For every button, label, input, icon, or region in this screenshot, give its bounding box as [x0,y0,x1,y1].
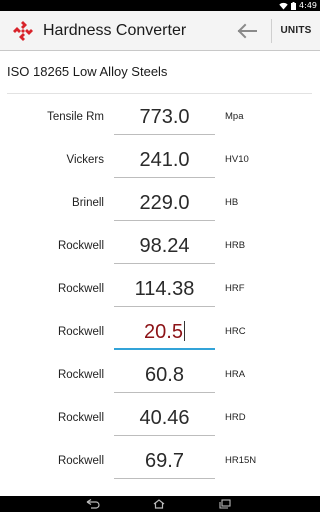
value-input[interactable]: 60.8 [114,355,215,393]
back-nav-button[interactable] [86,498,100,510]
value-input[interactable]: 229.0 [114,183,215,221]
battery-icon [291,1,297,10]
scale-label: Brinell [72,197,104,209]
conversion-row: Rockwell 40.46 HRD [0,398,320,438]
conversion-row: Rockwell 60.8 HRA [0,355,320,395]
unit-label: HRA [225,369,246,380]
back-nav-icon [86,499,100,509]
recents-nav-button[interactable] [218,498,232,510]
home-nav-button[interactable] [152,498,166,510]
units-button[interactable]: UNITS [272,11,320,51]
value-input[interactable]: 69.7 [114,441,215,479]
nav-bar [0,496,320,512]
unit-label: Mpa [225,111,244,122]
home-nav-icon [153,499,165,509]
scale-label: Rockwell [57,283,104,295]
conversion-row: Brinell 229.0 HB [0,183,320,223]
unit-label: HRC [225,326,246,337]
standard-divider [7,93,312,94]
conversion-row: Tensile Rm 773.0 Mpa [0,97,320,137]
status-right: 4:49 [279,0,317,11]
back-button[interactable] [232,16,262,46]
scale-label: Rockwell [57,455,104,467]
status-time: 4:49 [299,1,317,10]
status-bar: 4:49 [0,0,320,11]
value-input[interactable]: 773.0 [114,97,215,135]
unit-label: HV10 [225,154,249,165]
wifi-icon [279,2,288,9]
arrow-left-icon [237,23,257,39]
scale-label: Rockwell [57,412,104,424]
scale-label: Tensile Rm [47,111,104,123]
recents-nav-icon [219,499,231,509]
conversion-row: Rockwell 69.7 HR15N [0,441,320,481]
conversion-row: Rockwell 98.24 HRB [0,226,320,266]
conversion-row: Rockwell 114.38 HRF [0,269,320,309]
action-bar: Hardness Converter UNITS [0,11,320,51]
app-title: Hardness Converter [43,22,187,39]
standard-title: ISO 18265 Low Alloy Steels [7,64,168,79]
value-input[interactable]: 40.46 [114,398,215,436]
unit-label: HRD [225,412,246,423]
unit-label: HR15N [225,455,257,466]
unit-label: HRB [225,240,246,251]
conversion-row: Rockwell 20.5 HRC [0,312,320,352]
value-input[interactable]: 114.38 [114,269,215,307]
value-input[interactable]: 241.0 [114,140,215,178]
conversion-row: Vickers 241.0 HV10 [0,140,320,180]
value-input[interactable]: 98.24 [114,226,215,264]
scale-label: Vickers [66,154,105,166]
scale-label: Rockwell [57,326,104,338]
unit-label: HRF [225,283,245,294]
unit-label: HB [225,197,239,208]
app-logo-icon[interactable] [12,20,34,42]
scale-label: Rockwell [57,240,104,252]
scale-label: Rockwell [57,369,104,381]
value-input[interactable]: 20.5 [114,312,215,350]
